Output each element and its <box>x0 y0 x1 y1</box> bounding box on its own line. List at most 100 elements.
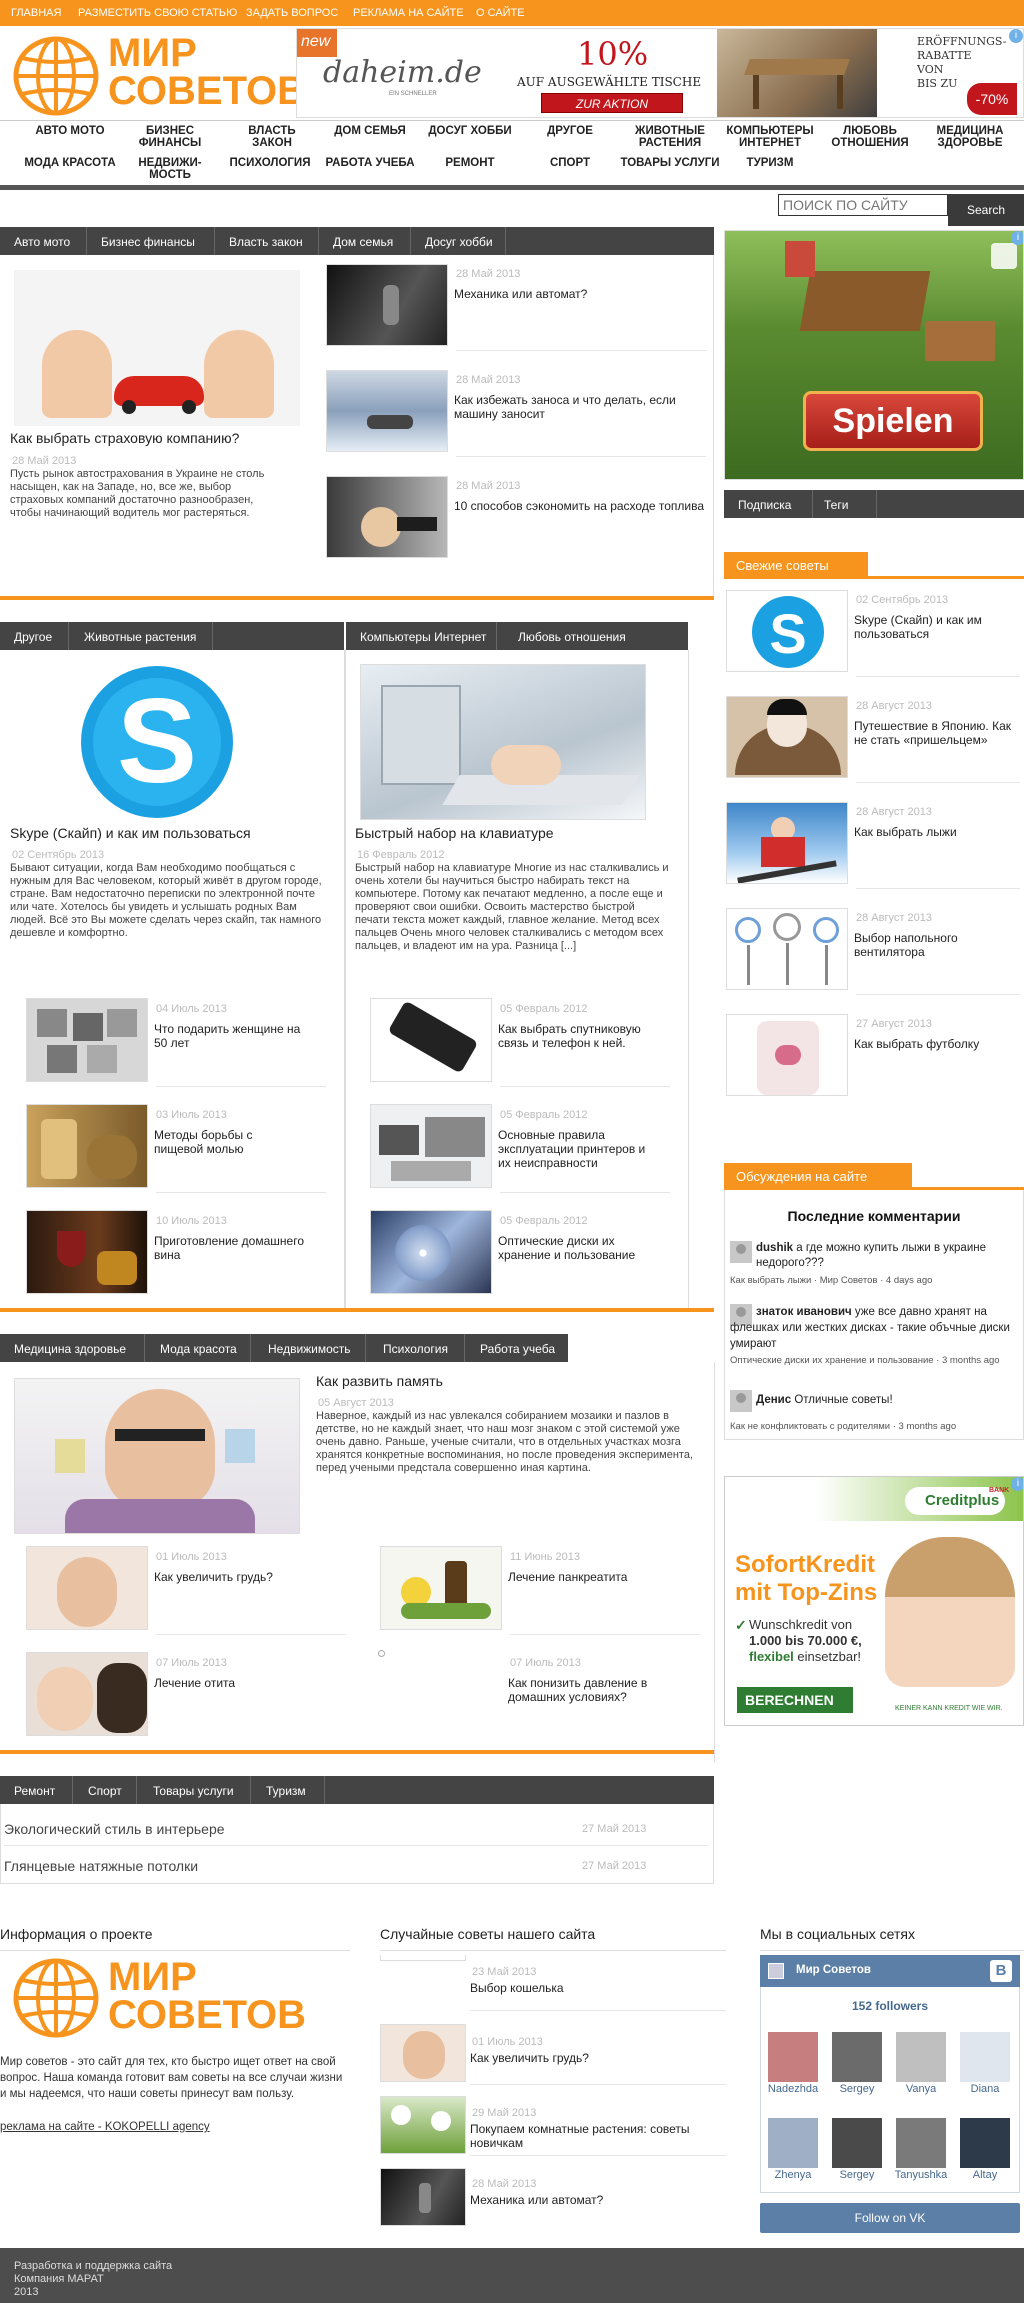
top-menu-advertising[interactable]: РЕКЛАМА НА САЙТЕ <box>353 7 464 19</box>
vk-member-name[interactable]: Sergey <box>827 2169 887 2181</box>
fresh-item3-image[interactable] <box>726 802 848 884</box>
vk-member-avatar[interactable] <box>960 2118 1010 2168</box>
game-ad-play-button[interactable]: Spielen <box>803 391 983 451</box>
block3-main-title[interactable]: Как развить память <box>316 1373 443 1389</box>
fresh-item2-image[interactable] <box>726 696 848 778</box>
cat-realty[interactable]: НЕДВИЖИ-МОСТЬ <box>120 157 220 181</box>
comment1-author[interactable]: dushik <box>756 1242 793 1254</box>
cat-law[interactable]: ВЛАСТЬ ЗАКОН <box>232 125 312 149</box>
vk-member-avatar[interactable] <box>896 2118 946 2168</box>
cat-hobby[interactable]: ДОСУГ ХОББИ <box>420 125 520 137</box>
vk-group-avatar[interactable] <box>768 1963 784 1979</box>
tab-business[interactable]: Бизнес финансы <box>101 235 195 249</box>
block4-item2-title[interactable]: Глянцевые натяжные потолки <box>4 1858 198 1874</box>
block2-right-item2-image[interactable] <box>370 1104 492 1188</box>
cat-business[interactable]: БИЗНЕС ФИНАНСЫ <box>120 125 220 149</box>
vk-member-name[interactable]: Tanyushka <box>891 2169 951 2181</box>
block2-right-title[interactable]: Быстрый набор на клавиатуре <box>355 825 554 841</box>
block1-item2-image[interactable] <box>326 370 448 452</box>
fresh-item5-title[interactable]: Как выбрать футболку <box>854 1037 1020 1051</box>
cat-repair[interactable]: РЕМОНТ <box>420 157 520 169</box>
credit-ad-banner[interactable]: Creditplus BANK i SofortKredit mit Top-Z… <box>724 1476 1024 1726</box>
comment1-meta[interactable]: Как выбрать лыжи · Мир Советов · 4 days … <box>730 1275 932 1286</box>
tab-sport[interactable]: Спорт <box>88 1784 122 1798</box>
search-button[interactable]: Search <box>948 194 1024 226</box>
vk-group-name[interactable]: Мир Советов <box>796 1964 871 1976</box>
cat-animals[interactable]: ЖИВОТНЫЕ РАСТЕНИЯ <box>622 125 718 149</box>
random-item1-image[interactable] <box>380 1955 466 1961</box>
random-item4-image[interactable] <box>380 2168 466 2226</box>
cat-love[interactable]: ЛЮБОВЬ ОТНОШЕНИЯ <box>820 125 920 149</box>
block2-left-item3-title[interactable]: Приготовление домашнего вина <box>154 1234 304 1262</box>
top-menu-ask-question[interactable]: ЗАДАТЬ ВОПРОС <box>246 7 338 19</box>
tab-repair[interactable]: Ремонт <box>14 1784 55 1798</box>
block2-right-item1-title[interactable]: Как выбрать спутниковую связь и телефон … <box>498 1022 648 1050</box>
vk-member-avatar[interactable] <box>768 2118 818 2168</box>
ad-info-icon[interactable]: i <box>1009 29 1023 43</box>
random-item3-title[interactable]: Покупаем комнатные растения: советы нови… <box>470 2122 710 2150</box>
block3-item2-image[interactable] <box>380 1546 502 1630</box>
block3-item3-image[interactable] <box>26 1652 148 1736</box>
top-menu-home[interactable]: ГЛАВНАЯ <box>11 7 61 19</box>
block2-left-title[interactable]: Skype (Скайп) и как им пользоваться <box>10 825 251 841</box>
comment3-author[interactable]: Денис <box>756 1394 791 1406</box>
tab-realty[interactable]: Недвижимость <box>268 1342 351 1356</box>
fresh-item2-title[interactable]: Путешествие в Японию. Как не стать «приш… <box>854 719 1020 747</box>
tab-psychology[interactable]: Психология <box>383 1342 448 1356</box>
tab-fashion[interactable]: Мода красота <box>160 1342 237 1356</box>
comment2-author[interactable]: знаток иванович <box>756 1306 852 1318</box>
block2-right-item3-title[interactable]: Оптические диски их хранение и пользован… <box>498 1234 648 1262</box>
vk-member-avatar[interactable] <box>832 2032 882 2082</box>
tab-family[interactable]: Дом семья <box>333 235 393 249</box>
cat-sport[interactable]: СПОРТ <box>520 157 620 169</box>
cat-fashion[interactable]: МОДА КРАСОТА <box>20 157 120 169</box>
block3-item4-title[interactable]: Как понизить давление в домашних условия… <box>508 1676 698 1704</box>
game-ad-banner[interactable]: i Spielen <box>724 230 1024 480</box>
block2-right-item2-title[interactable]: Основные правила эксплуатации принтеров … <box>498 1128 648 1170</box>
vk-member-avatar[interactable] <box>768 2032 818 2082</box>
block3-item1-image[interactable] <box>26 1546 148 1630</box>
block1-item1-image[interactable] <box>326 264 448 346</box>
tab-law[interactable]: Власть закон <box>229 235 303 249</box>
cat-psychology[interactable]: ПСИХОЛОГИЯ <box>220 157 320 169</box>
random-item4-title[interactable]: Механика или автомат? <box>470 2193 603 2207</box>
vk-member-name[interactable]: Diana <box>955 2083 1015 2095</box>
fresh-item1-image[interactable]: S <box>726 590 848 672</box>
top-ad-banner[interactable]: new daheim.de EIN SCHNELLER 10% AUF AUSG… <box>296 28 1024 118</box>
vk-member-name[interactable]: Altay <box>955 2169 1015 2181</box>
credit-ad-info-icon[interactable]: i <box>1011 1477 1023 1491</box>
vk-follow-button[interactable]: Follow on VK <box>760 2203 1020 2233</box>
block1-main-image[interactable] <box>14 270 300 426</box>
vk-followers-count[interactable]: 152 followers <box>760 1999 1020 2013</box>
tab-auto[interactable]: Авто мото <box>14 235 70 249</box>
block1-item1-title[interactable]: Механика или автомат? <box>454 287 704 301</box>
site-logo-text[interactable]: МИР СОВЕТОВ <box>108 33 306 111</box>
fresh-item4-title[interactable]: Выбор напольного вентилятора <box>854 931 1020 959</box>
memory-main-image[interactable] <box>14 1378 300 1534</box>
vk-member-avatar[interactable] <box>896 2032 946 2082</box>
vk-logo-icon[interactable]: В <box>990 1960 1012 1982</box>
tab-animals[interactable]: Животные растения <box>84 630 196 644</box>
search-input[interactable] <box>778 194 948 216</box>
block2-left-item2-title[interactable]: Методы борьбы с пищевой молью <box>154 1128 304 1156</box>
cat-auto[interactable]: АВТО МОТО <box>20 125 120 137</box>
block2-left-item2-image[interactable] <box>26 1104 148 1188</box>
block1-item2-title[interactable]: Как избежать заноса и что делать, если м… <box>454 393 704 421</box>
game-ad-info-icon[interactable]: i <box>1011 231 1023 245</box>
comment2-meta[interactable]: Оптические диски их хранение и пользован… <box>730 1355 1020 1367</box>
skype-main-image[interactable]: S <box>14 664 300 820</box>
cat-tourism[interactable]: ТУРИЗМ <box>720 157 820 169</box>
random-item3-image[interactable] <box>380 2096 466 2154</box>
footer-globe-logo-icon[interactable] <box>12 1958 100 2041</box>
block1-item3-image[interactable] <box>326 476 448 558</box>
tab-goods[interactable]: Товары услуги <box>153 1784 234 1798</box>
block2-right-item1-image[interactable] <box>370 998 492 1082</box>
cat-other[interactable]: ДРУГОЕ <box>520 125 620 137</box>
fresh-item4-image[interactable] <box>726 908 848 990</box>
block2-right-item3-image[interactable] <box>370 1210 492 1294</box>
vk-member-avatar[interactable] <box>832 2118 882 2168</box>
tab-subscription[interactable]: Подписка <box>738 498 791 512</box>
fresh-item3-title[interactable]: Как выбрать лыжи <box>854 825 1020 839</box>
tab-love[interactable]: Любовь отношения <box>518 630 626 644</box>
vk-member-name[interactable]: Sergey <box>827 2083 887 2095</box>
